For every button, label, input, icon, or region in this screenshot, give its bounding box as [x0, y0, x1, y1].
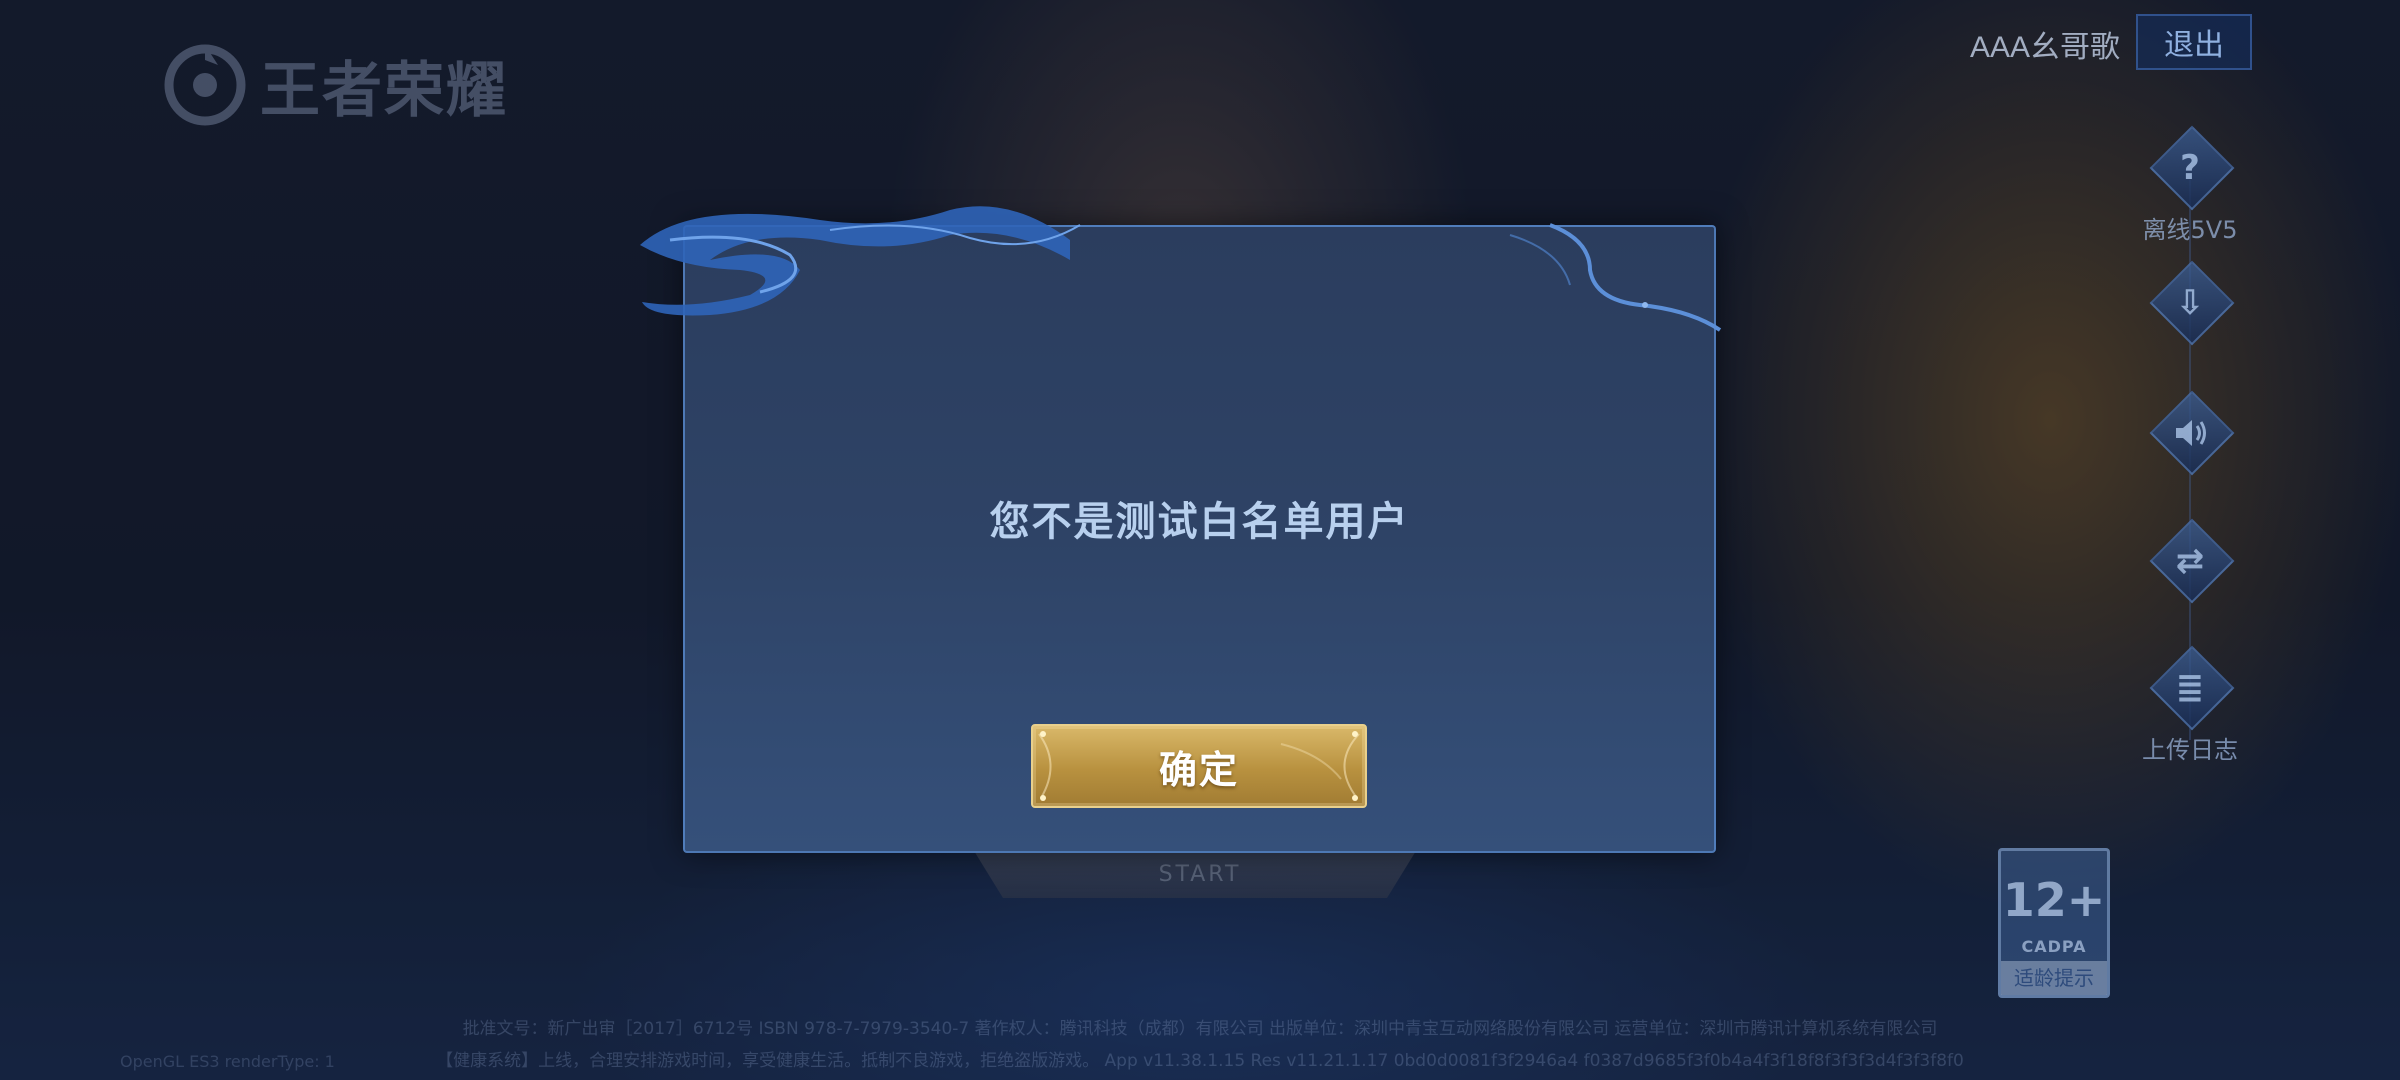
side-menu: ? 离线5V5 ⇩ ⇄ ≣ 上传日志 [2140, 125, 2240, 780]
speaker-icon-svg [2176, 420, 2206, 446]
user-name: AAA幺哥歌 [1969, 31, 2120, 64]
footer-health-text: 【健康系统】上线，合理安排游戏时间，享受健康生活。抵制不良游戏，拒绝盗版游戏。 … [436, 1051, 1964, 1071]
side-item-label: 上传日志 [2142, 736, 2238, 764]
game-screen: 王者荣耀 AAA幺哥歌 退出 ? 离线5V5 ⇩ ⇄ ≣ 上传日志 12+ CA… [0, 0, 2400, 1080]
start-sub-label: START [1158, 862, 1242, 887]
side-item-upload-log[interactable]: ≣ 上传日志 [2140, 645, 2240, 764]
help-icon: ? [2180, 148, 2200, 188]
age-rating-badge[interactable]: 12+ CADPA 适龄提示 [1998, 848, 2110, 998]
clipboard-icon: ≣ [2175, 668, 2205, 708]
footer-render-info: OpenGL ES3 renderType: 1 [120, 1052, 335, 1071]
side-item-sound[interactable] [2140, 390, 2240, 505]
age-rating-tip: 适龄提示 [2001, 961, 2107, 995]
age-rating-org: CADPA [2021, 937, 2087, 956]
logo-emblem-icon [164, 44, 246, 126]
side-item-label: 离线5V5 [2142, 216, 2238, 244]
confirm-button[interactable]: 确定 [1031, 724, 1367, 808]
switch-account-icon: ⇄ [2175, 541, 2205, 581]
side-item-help[interactable]: ? 离线5V5 [2140, 125, 2240, 244]
speaker-icon [2140, 403, 2240, 463]
logo-text: 王者荣耀 [260, 55, 508, 126]
exit-button[interactable]: 退出 [2136, 14, 2252, 70]
footer-license-text: 批准文号：新广出审［2017］6712号 ISBN 978-7-7979-354… [462, 1019, 1938, 1039]
dialog-message: 您不是测试白名单用户 [989, 499, 1410, 545]
download-icon: ⇩ [2175, 283, 2205, 323]
side-item-switch[interactable]: ⇄ [2140, 518, 2240, 633]
side-item-download[interactable]: ⇩ [2140, 260, 2240, 375]
age-rating-number: 12+ [2002, 873, 2106, 927]
game-logo: 王者荣耀 [160, 40, 508, 130]
